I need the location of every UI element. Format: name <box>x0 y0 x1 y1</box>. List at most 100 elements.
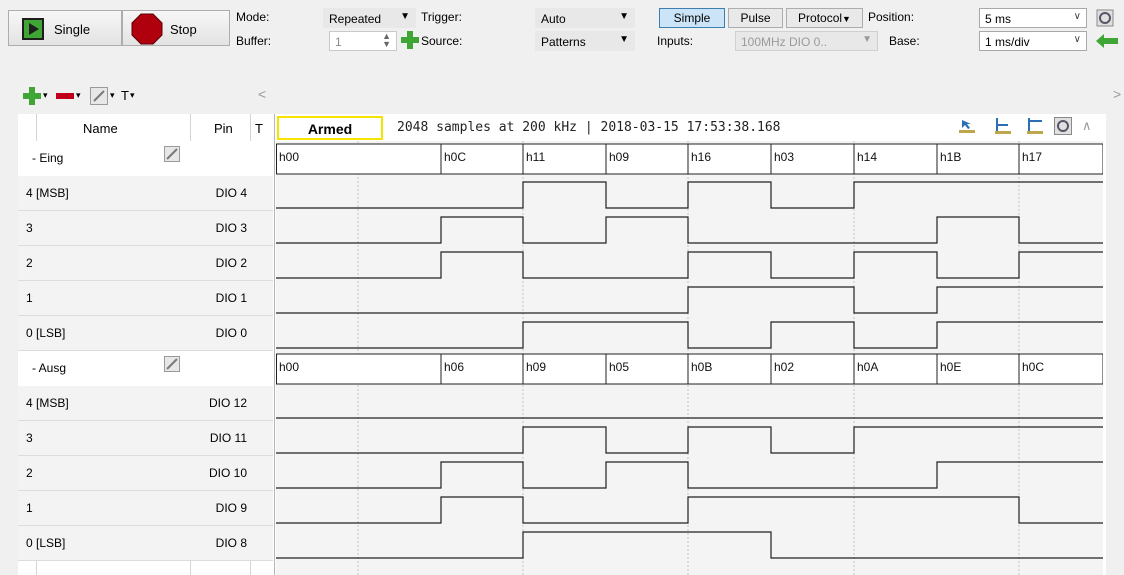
base-label: Base: <box>889 34 920 48</box>
trigger-value: Auto <box>541 12 566 26</box>
scroll-left-icon[interactable]: < <box>258 86 266 102</box>
protocol-label: Protocol <box>798 11 843 25</box>
row-divider <box>18 560 273 561</box>
trigger-label: Trigger: <box>421 10 462 24</box>
signal-waveform <box>276 531 1103 559</box>
source-select[interactable]: Patterns ▼ <box>535 31 635 51</box>
signal-pin: DIO 10 <box>208 466 247 480</box>
top-toolbar: Single Stop Mode: Buffer: Repeated ▼ 1 ▲… <box>0 0 1124 78</box>
chevron-down-icon[interactable]: ▾ <box>110 90 115 101</box>
inputs-select[interactable]: 100MHz DIO 0.. ▼ <box>735 31 878 51</box>
bus-value-label: h00 <box>279 360 299 374</box>
signal-name: 0 [LSB] <box>26 536 66 550</box>
bus-value-label: h0A <box>857 360 878 374</box>
signal-name: 2 <box>26 466 33 480</box>
signal-pin: DIO 12 <box>208 396 247 410</box>
source-value: Patterns <box>541 35 586 49</box>
bus-value-label: h17 <box>1022 150 1042 164</box>
back-arrow-icon[interactable] <box>1096 33 1118 49</box>
signal-waveform <box>276 496 1103 524</box>
edit-icon[interactable] <box>90 87 108 105</box>
capture-info: 2048 samples at 200 kHz | 2018-03-15 17:… <box>397 120 781 135</box>
base-select[interactable]: 1 ms/div ∨ <box>979 31 1087 51</box>
align-left-icon[interactable] <box>995 118 1011 134</box>
bus-value-label: h03 <box>774 150 794 164</box>
align-lines-icon[interactable] <box>1027 118 1043 134</box>
trigger-select[interactable]: Auto ▼ <box>535 8 635 28</box>
buffer-value: 1 <box>335 35 342 49</box>
cursor-icon[interactable] <box>959 118 975 134</box>
chevron-down-icon: ▼ <box>619 34 629 45</box>
signal-pin: DIO 11 <box>209 431 247 445</box>
signal-pin: DIO 2 <box>215 256 247 270</box>
chevron-down-icon: ∨ <box>1073 34 1081 45</box>
bus-value-label: h05 <box>609 360 629 374</box>
bus-value-label: h0C <box>1022 360 1044 374</box>
buffer-label: Buffer: <box>236 34 272 48</box>
group-name: - Ausg <box>32 361 67 375</box>
waveform-area[interactable]: h00 h0C h11 h09 h16 h03 h14 h1B h17 h00 h06 h09 h05 h… <box>276 141 1103 575</box>
text-icon[interactable]: T <box>121 88 129 103</box>
bus-value-label: h1B <box>940 150 961 164</box>
chevron-down-icon[interactable]: ▾ <box>130 90 135 101</box>
signal-name: 4 [MSB] <box>26 396 69 410</box>
bus-value-label: h0C <box>444 150 466 164</box>
chevron-down-icon: ▼ <box>619 11 629 22</box>
signal-pin: DIO 0 <box>215 326 247 340</box>
tab-simple[interactable]: Simple <box>659 8 725 28</box>
signal-name: 1 <box>26 501 33 515</box>
stop-button[interactable]: Stop <box>122 10 230 46</box>
inputs-label: Inputs: <box>657 34 694 48</box>
chevron-down-icon[interactable]: ▾ <box>76 90 81 101</box>
tab-protocol[interactable]: Protocol▼ <box>786 8 863 28</box>
bus-background <box>276 354 1103 384</box>
inputs-value: 100MHz DIO 0.. <box>741 35 828 49</box>
signal-pin: DIO 1 <box>215 291 247 305</box>
edit-icon[interactable] <box>164 356 180 372</box>
mode-select[interactable]: Repeated ▼ <box>323 8 416 28</box>
single-button[interactable]: Single <box>8 10 122 46</box>
remove-icon[interactable] <box>56 93 74 99</box>
signal-pin: DIO 3 <box>215 221 247 235</box>
status-state: Armed <box>307 121 353 137</box>
signal-name: 1 <box>26 291 33 305</box>
signal-name: 2 <box>26 256 33 270</box>
buffer-spinner[interactable]: 1 ▲ ▼ <box>329 31 397 51</box>
bus-background <box>276 144 1103 174</box>
scroll-up-icon[interactable]: ∧ <box>1082 118 1092 134</box>
bus-value-label: h16 <box>691 150 711 164</box>
source-label: Source: <box>421 34 463 48</box>
chevron-down-icon: ∨ <box>1073 11 1081 22</box>
bus-value-label: h09 <box>526 360 546 374</box>
signal-pin: DIO 9 <box>215 501 247 515</box>
tab-pulse[interactable]: Pulse <box>728 8 783 28</box>
chevron-down-icon: ▼ <box>842 14 851 24</box>
signal-waveform <box>276 181 1103 209</box>
bus-value-label: h0E <box>940 360 961 374</box>
stop-label: Stop <box>170 22 197 37</box>
mode-value: Repeated <box>329 12 382 26</box>
group-name: - Eing <box>32 151 64 165</box>
add-icon[interactable] <box>401 31 419 49</box>
chevron-down-icon: ▼ <box>400 11 410 22</box>
position-value: 5 ms <box>985 12 1012 26</box>
position-select[interactable]: 5 ms ∨ <box>979 8 1087 28</box>
signal-pin: DIO 4 <box>215 186 247 200</box>
status-badge: Armed <box>277 116 383 140</box>
stop-icon <box>131 13 163 45</box>
signal-waveform <box>276 461 1103 489</box>
bus-value-label: h0B <box>691 360 712 374</box>
edit-icon[interactable] <box>164 146 180 162</box>
signal-pin: DIO 8 <box>215 536 247 550</box>
grid-settings-icon[interactable] <box>1054 117 1072 135</box>
chevron-down-icon[interactable]: ▾ <box>43 90 48 101</box>
signal-waveform <box>276 426 1103 454</box>
bus-value-label: h14 <box>857 150 877 164</box>
signal-name: 3 <box>26 221 33 235</box>
bus-value-label: h02 <box>774 360 794 374</box>
signal-waveform <box>276 251 1103 279</box>
add-channel-icon[interactable] <box>23 87 41 105</box>
base-value: 1 ms/div <box>985 35 1030 49</box>
scroll-right-icon[interactable]: > <box>1113 86 1121 102</box>
settings-icon[interactable] <box>1096 9 1114 27</box>
